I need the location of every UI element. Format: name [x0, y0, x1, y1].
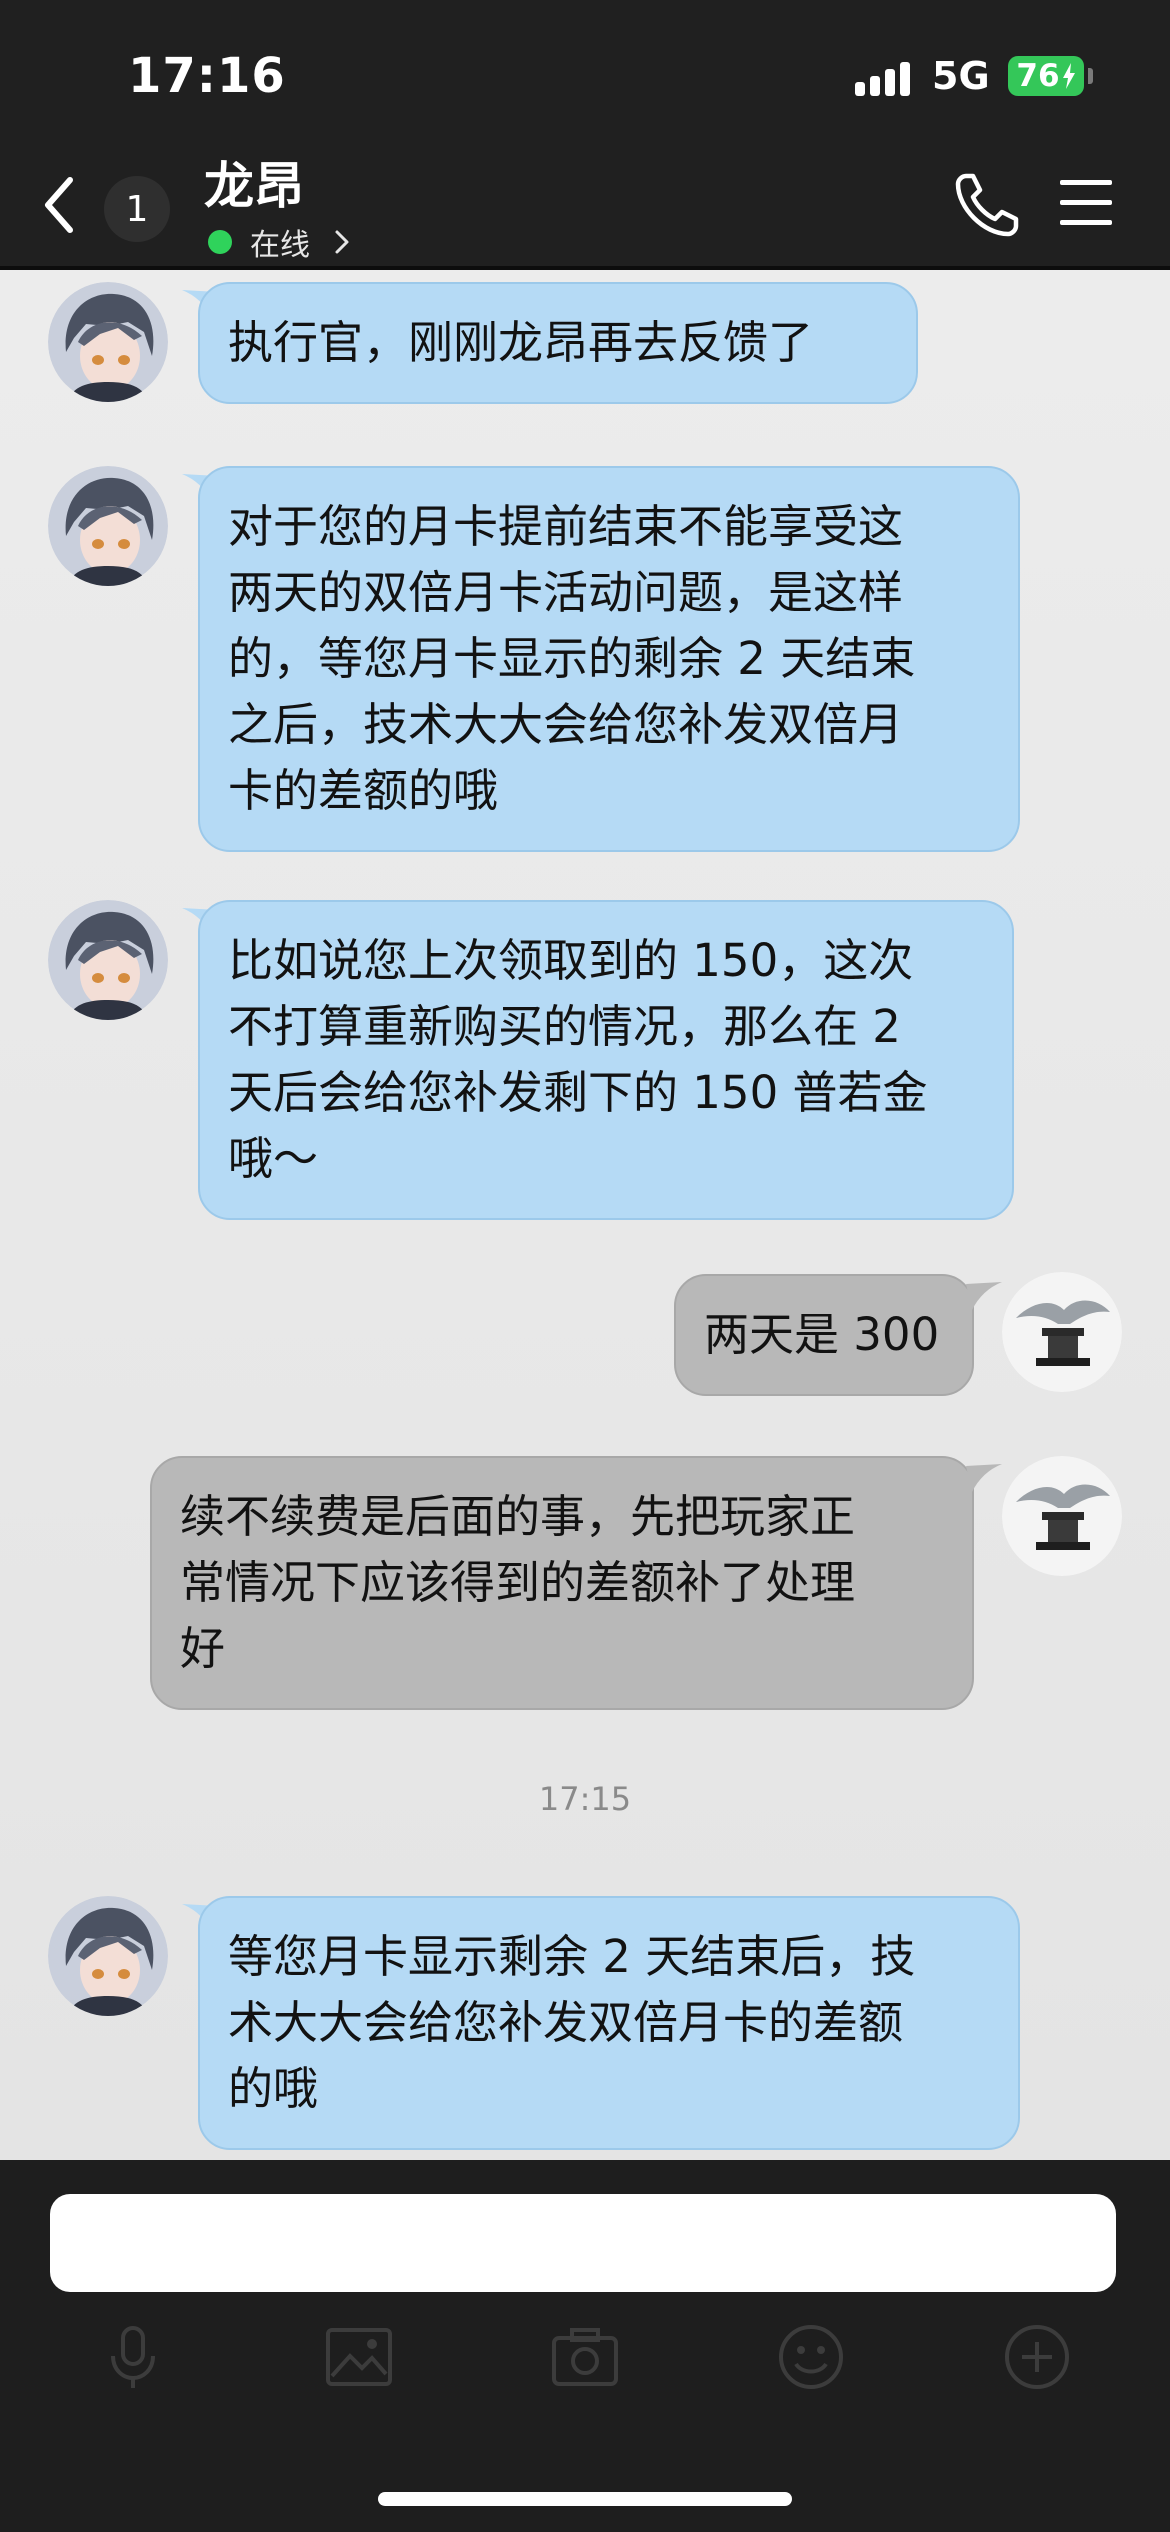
- battery-icon: 76: [1008, 56, 1084, 96]
- composer-bar: [0, 2160, 1170, 2532]
- message-bubble-outgoing[interactable]: 续不续费是后面的事，先把玩家正 常情况下应该得到的差额补了处理 好: [150, 1456, 974, 1710]
- contact-name: 龙昂: [204, 157, 304, 215]
- message-timestamp: 17:15: [538, 1780, 632, 1818]
- message-bubble-incoming[interactable]: 等您月卡显示剩余 2 天结束后，技 术大大会给您补发双倍月卡的差额 的哦: [198, 1896, 1020, 2150]
- chat-header: 17:16 5G 76 1 龙昂 在线: [0, 0, 1170, 270]
- signal-icon: [855, 60, 911, 96]
- contact-avatar-icon: [48, 900, 168, 1020]
- online-dot-icon: [208, 230, 232, 254]
- user-avatar[interactable]: [1002, 1272, 1122, 1392]
- contact-avatar-icon: [48, 282, 168, 402]
- bubble-tail: [966, 1464, 1002, 1492]
- contact-avatar[interactable]: [48, 466, 168, 586]
- charging-bolt-icon: [1062, 63, 1075, 89]
- chevron-right-icon: [335, 230, 349, 254]
- bubble-tail: [966, 1282, 1002, 1310]
- back-chevron-icon[interactable]: [36, 170, 90, 240]
- presence-status[interactable]: 在线: [208, 220, 352, 264]
- unread-badge[interactable]: 1: [104, 176, 170, 242]
- battery-cap: [1088, 68, 1093, 84]
- message-bubble-incoming[interactable]: 比如说您上次领取到的 150，这次 不打算重新购买的情况，那么在 2 天后会给您…: [198, 900, 1014, 1220]
- contact-avatar-icon: [48, 1896, 168, 2016]
- camera-icon[interactable]: [548, 2320, 622, 2394]
- image-icon[interactable]: [322, 2320, 396, 2394]
- network-type: 5G: [932, 54, 990, 98]
- battery-level: 76: [1016, 58, 1060, 94]
- status-bar: 17:16 5G 76: [0, 0, 1170, 150]
- user-avatar[interactable]: [1002, 1456, 1122, 1576]
- plus-icon[interactable]: [1000, 2320, 1074, 2394]
- user-avatar-icon: [1002, 1456, 1122, 1576]
- contact-avatar[interactable]: [48, 900, 168, 1020]
- emoji-icon[interactable]: [774, 2320, 848, 2394]
- message-bubble-outgoing[interactable]: 两天是 300: [674, 1274, 974, 1396]
- message-input[interactable]: [50, 2194, 1116, 2292]
- phone-call-icon[interactable]: [952, 170, 1022, 240]
- contact-avatar-icon: [48, 466, 168, 586]
- microphone-icon[interactable]: [96, 2320, 170, 2394]
- presence-label: 在线: [250, 228, 310, 263]
- menu-icon[interactable]: [1060, 180, 1112, 226]
- message-bubble-incoming[interactable]: 对于您的月卡提前结束不能享受这 两天的双倍月卡活动问题，是这样 的，等您月卡显示…: [198, 466, 1020, 852]
- contact-avatar[interactable]: [48, 1896, 168, 2016]
- contact-avatar[interactable]: [48, 282, 168, 402]
- home-indicator[interactable]: [378, 2492, 792, 2506]
- message-bubble-incoming[interactable]: 执行官，刚刚龙昂再去反馈了: [198, 282, 918, 404]
- user-avatar-icon: [1002, 1272, 1122, 1392]
- message-list[interactable]: 执行官，刚刚龙昂再去反馈了 对于您的月卡提前结束不能享受这 两天的双倍月卡活动问…: [0, 270, 1170, 2160]
- status-time: 17:16: [128, 48, 286, 104]
